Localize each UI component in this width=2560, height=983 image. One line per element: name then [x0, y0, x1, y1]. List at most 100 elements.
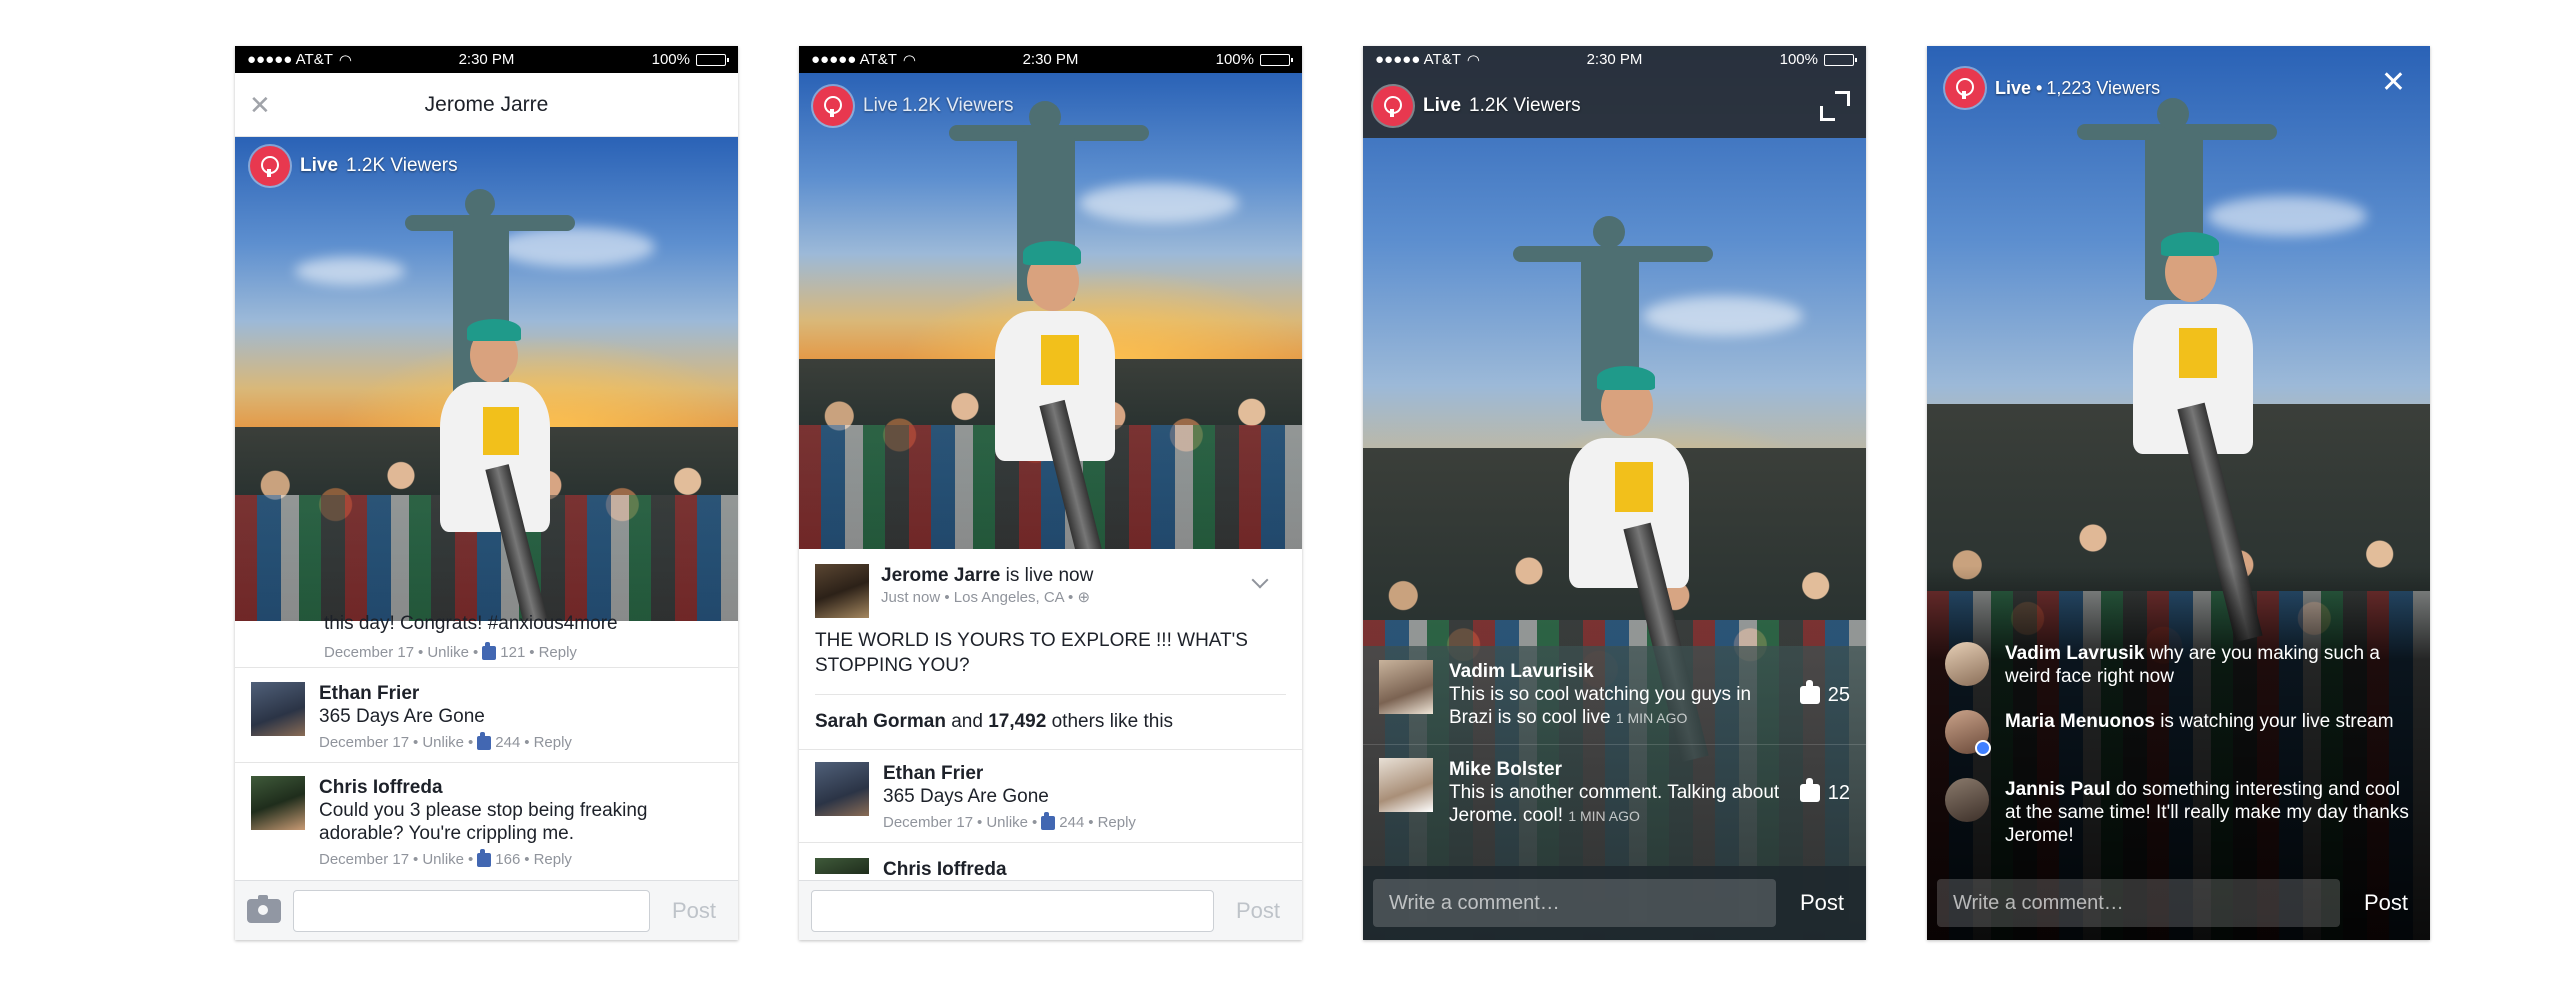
comment-item: Vadim Lavrusik why are you making such a…: [1945, 642, 2410, 688]
like-count: 25: [1827, 683, 1850, 706]
unlike-link[interactable]: Unlike: [986, 811, 1028, 834]
commenter-name[interactable]: Vadim Lavrusik: [2005, 643, 2144, 664]
like-control[interactable]: 12: [1799, 778, 1850, 805]
battery-percent: 100%: [1215, 51, 1254, 68]
like-count: 12: [1827, 781, 1850, 804]
avatar[interactable]: [815, 762, 869, 816]
comment-composer: Post: [799, 880, 1302, 940]
like-thumb-icon: [477, 848, 492, 867]
commenter-name[interactable]: Vadim Lavurisik: [1449, 660, 1784, 683]
live-badge: Live 1.2K Viewers: [1373, 86, 1581, 126]
commenter-name[interactable]: Chris Ioffreda: [319, 776, 699, 799]
avatar[interactable]: [815, 858, 869, 874]
post-button[interactable]: Post: [1226, 898, 1290, 924]
header-bar: ✕ Jerome Jarre: [235, 73, 738, 137]
comment-input[interactable]: [1937, 879, 2340, 927]
wifi-icon: ◠: [338, 51, 352, 69]
comment-composer: Post: [1927, 866, 2430, 940]
phone-screen-1: ●●●●● AT&T ◠ 2:30 PM 100% ✕ Jerome Jarre …: [235, 46, 738, 940]
camera-icon[interactable]: [247, 894, 281, 923]
comment-text: 365 Days Are Gone: [883, 786, 1049, 807]
likes-summary[interactable]: Sarah Gorman and 17,492 others like this: [815, 711, 1173, 733]
commenter-name[interactable]: Mike Bolster: [1449, 758, 1784, 781]
comment-composer: Post: [235, 880, 738, 940]
reply-link[interactable]: Reply: [539, 641, 577, 664]
divider: [815, 694, 1286, 695]
commenter-name[interactable]: Ethan Frier: [319, 682, 572, 705]
avatar[interactable]: [1379, 758, 1433, 812]
commenter-name[interactable]: Maria Menuonos: [2005, 711, 2155, 732]
live-video[interactable]: [799, 73, 1302, 549]
live-badge: Live 1.2K Viewers: [813, 86, 1013, 126]
avatar[interactable]: [1945, 710, 1991, 756]
viewer-count: 1,223 Viewers: [2046, 77, 2161, 98]
avatar[interactable]: [1945, 778, 1989, 822]
status-bar: ●●●●● AT&T ◠ 2:30 PM 100%: [235, 46, 738, 73]
comment-date: December 17: [324, 644, 415, 661]
comment-text: is watching your live stream: [2160, 711, 2394, 732]
phone-screen-4: Live • 1,223 Viewers ✕ Vadim Lavrusik why…: [1927, 46, 2430, 940]
commenter-name[interactable]: Ethan Frier: [883, 762, 1136, 785]
live-label: Live: [863, 95, 898, 116]
page-title: Jerome Jarre: [424, 92, 549, 116]
comment-time: 1 MIN AGO: [1615, 710, 1688, 726]
expand-icon[interactable]: [1820, 91, 1850, 121]
battery-icon: [1260, 53, 1293, 66]
close-icon[interactable]: ✕: [2381, 68, 2406, 98]
comment-item: Jannis Paul do something interesting and…: [1945, 778, 2410, 847]
chevron-down-icon[interactable]: [1251, 571, 1269, 589]
avatar[interactable]: [1945, 642, 1989, 686]
battery-percent: 100%: [1779, 51, 1818, 68]
reply-link[interactable]: Reply: [534, 848, 572, 871]
author-avatar[interactable]: [815, 564, 869, 618]
reply-link[interactable]: Reply: [1098, 811, 1136, 834]
avatar[interactable]: [251, 682, 305, 736]
likes-count: 17,492: [988, 711, 1047, 732]
commenter-name[interactable]: Jannis Paul: [2005, 779, 2111, 800]
comment-input[interactable]: [811, 889, 1214, 932]
comment-text: Could you 3 please stop being freaking a…: [319, 800, 648, 844]
divider: [235, 762, 738, 763]
phone-screen-2: ●●●●● AT&T ◠ 2:30 PM 100% Live 1.2K Viewer…: [799, 46, 1302, 940]
unlike-link[interactable]: Unlike: [427, 641, 469, 664]
carrier-label: ●●●●● AT&T: [247, 51, 333, 68]
post-text: THE WORLD IS YOURS TO EXPLORE !!! WHAT'S…: [815, 630, 1248, 676]
post-meta: Just now • Los Angeles, CA •: [881, 589, 1074, 606]
battery-icon: [1824, 53, 1857, 66]
status-bar: ●●●●● AT&T ◠ 2:30 PM 100%: [1363, 46, 1866, 73]
author-name[interactable]: Jerome Jarre: [881, 565, 1000, 586]
unlike-link[interactable]: Unlike: [422, 731, 464, 754]
divider: [235, 667, 738, 668]
comment-composer: Post: [1363, 866, 1866, 940]
divider: [1363, 744, 1866, 745]
thumbs-up-icon: [1799, 778, 1820, 802]
comment-text: 365 Days Are Gone: [319, 706, 485, 727]
avatar[interactable]: [1379, 660, 1433, 714]
reply-link[interactable]: Reply: [534, 731, 572, 754]
commenter-name[interactable]: Chris Ioffreda: [883, 858, 1007, 881]
post-button[interactable]: Post: [662, 898, 726, 924]
liker-name: Sarah Gorman: [815, 711, 946, 732]
post-button[interactable]: Post: [1788, 890, 1856, 916]
divider: [799, 749, 1302, 750]
wifi-icon: ◠: [902, 51, 916, 69]
avatar[interactable]: [251, 776, 305, 830]
live-broadcast-icon: [250, 146, 290, 186]
comment-input[interactable]: [1373, 879, 1776, 927]
live-badge: Live • 1,223 Viewers: [1945, 68, 2160, 108]
comment-time: 1 MIN AGO: [1568, 808, 1640, 824]
comment-input[interactable]: [293, 889, 650, 932]
post-button[interactable]: Post: [2352, 890, 2420, 916]
likes-and: and: [951, 711, 983, 732]
close-icon[interactable]: ✕: [249, 90, 271, 121]
battery-icon: [696, 53, 729, 66]
battery-percent: 100%: [651, 51, 690, 68]
like-control[interactable]: 25: [1799, 680, 1850, 707]
comment-date: December 17: [319, 734, 410, 751]
unlike-link[interactable]: Unlike: [422, 848, 464, 871]
verified-badge-icon: [1975, 740, 1991, 756]
likes-rest: others like this: [1051, 711, 1174, 732]
like-thumb-icon: [482, 641, 497, 660]
status-bar: ●●●●● AT&T ◠ 2:30 PM 100%: [799, 46, 1302, 73]
live-video[interactable]: [235, 137, 738, 621]
